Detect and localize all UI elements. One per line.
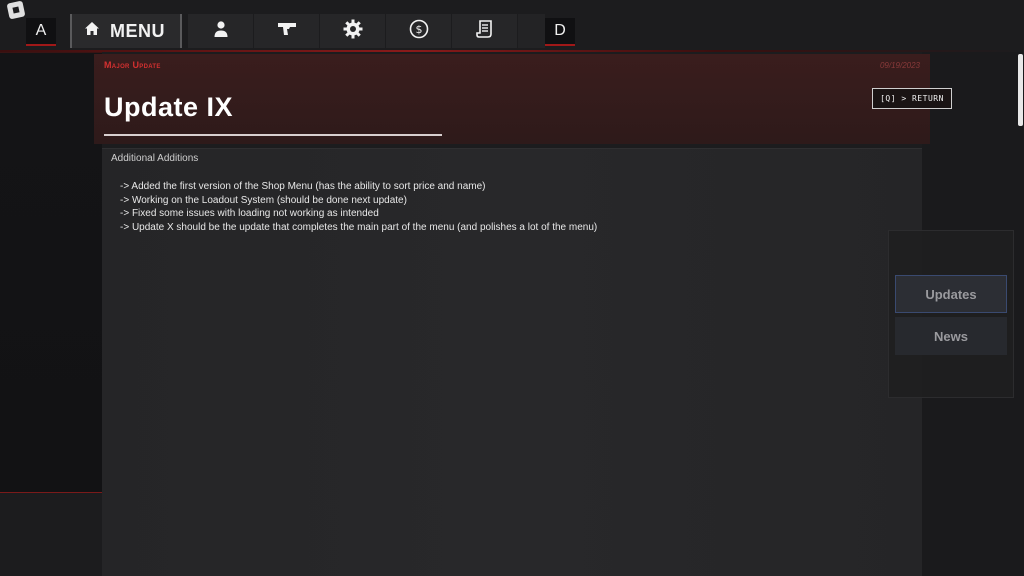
return-button[interactable]: [Q] > RETURN xyxy=(872,88,952,109)
roblox-logo-icon[interactable] xyxy=(6,0,26,20)
left-accent-line xyxy=(0,492,102,493)
pistol-icon xyxy=(276,20,298,42)
update-category-tag: Major Update xyxy=(104,60,161,70)
list-item: -> Working on the Loadout System (should… xyxy=(120,194,407,206)
profile-tab-button[interactable] xyxy=(188,14,254,48)
person-icon xyxy=(212,20,230,42)
menu-home-button[interactable]: MENU xyxy=(72,14,180,48)
menu-label: MENU xyxy=(110,20,165,41)
home-icon xyxy=(84,21,100,42)
shop-tab-button[interactable]: $ xyxy=(386,14,452,48)
gear-icon xyxy=(343,19,363,43)
top-accent-line xyxy=(0,50,1024,52)
list-item: -> Update X should be the update that co… xyxy=(120,221,598,233)
dollar-coin-icon: $ xyxy=(409,19,429,43)
tab-updates[interactable]: Updates xyxy=(895,275,1007,313)
left-background-panel xyxy=(0,52,102,492)
nav-separator xyxy=(180,14,182,48)
scrollbar[interactable] xyxy=(1018,54,1023,126)
title-underline xyxy=(104,134,442,136)
section-title: Additional Additions xyxy=(111,153,199,164)
update-header-card: Major Update 09/19/2023 Update IX [Q] > … xyxy=(94,54,952,144)
settings-tab-button[interactable] xyxy=(320,14,386,48)
prev-tab-key-badge[interactable]: A xyxy=(26,18,56,46)
top-nav-bar: MENU $ xyxy=(70,14,546,48)
next-tab-key-badge[interactable]: D xyxy=(545,18,575,46)
svg-text:$: $ xyxy=(415,23,422,36)
scroll-icon xyxy=(475,19,495,43)
list-item: -> Added the first version of the Shop M… xyxy=(120,181,486,192)
list-item: -> Fixed some issues with loading not wo… xyxy=(120,208,379,219)
loadout-tab-button[interactable] xyxy=(254,14,320,48)
nav-spacer xyxy=(518,14,546,48)
update-title: Update IX xyxy=(104,92,234,122)
tab-news[interactable]: News xyxy=(895,317,1007,355)
side-tab-panel: Updates News xyxy=(888,230,1014,398)
updates-tab-button[interactable] xyxy=(452,14,518,48)
update-date: 09/19/2023 xyxy=(879,61,920,70)
update-notes-list: -> Added the first version of the Shop M… xyxy=(120,180,597,234)
update-content-panel[interactable]: Additional Additions -> Added the first … xyxy=(102,148,922,576)
